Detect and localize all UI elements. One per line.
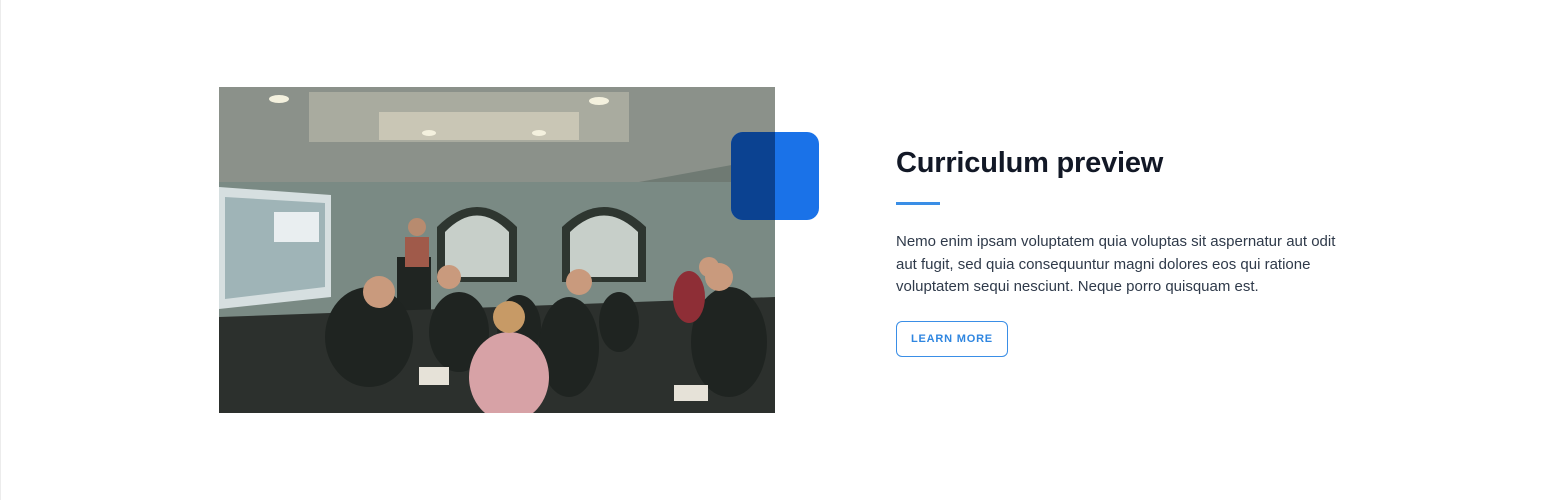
section-title: Curriculum preview	[896, 147, 1164, 179]
feature-content: Curriculum preview Nemo enim ipsam volup…	[896, 145, 1356, 357]
learn-more-button[interactable]: LEARN MORE	[896, 320, 1008, 357]
title-divider	[896, 202, 940, 205]
accent-square-overlap	[731, 132, 775, 220]
page: Curriculum preview Nemo enim ipsam volup…	[0, 0, 1564, 500]
classroom-photo-illustration	[219, 87, 775, 413]
section-description: Nemo enim ipsam voluptatem quia voluptas…	[896, 233, 1336, 295]
classroom-photo	[219, 87, 775, 413]
